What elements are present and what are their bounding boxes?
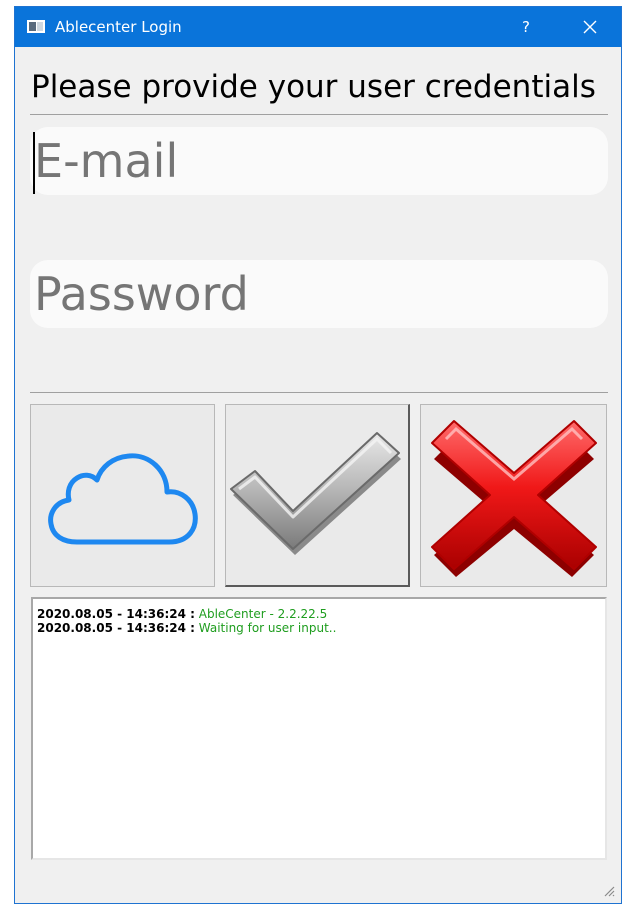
app-icon (27, 20, 45, 33)
help-button[interactable]: ? (503, 7, 549, 47)
red-x-icon (430, 419, 597, 577)
text-caret (33, 132, 35, 194)
confirm-button[interactable] (225, 404, 410, 587)
password-field[interactable] (30, 260, 608, 328)
close-button[interactable] (567, 7, 613, 47)
credentials-prompt: Please provide your user credentials (31, 69, 596, 105)
login-window: Ablecenter Login ? Please provide your u… (14, 6, 622, 904)
log-message: Waiting for user input.. (198, 621, 337, 635)
email-field[interactable] (30, 127, 608, 195)
middle-separator (30, 392, 608, 393)
title-bar[interactable]: Ablecenter Login ? (15, 7, 621, 47)
top-separator (30, 114, 608, 115)
cloud-login-button[interactable] (30, 404, 215, 587)
checkmark-icon (230, 432, 401, 555)
cloud-icon (47, 452, 198, 544)
log-output[interactable]: 2020.08.05 - 14:36:24 : AbleCenter - 2.2… (31, 597, 607, 860)
log-timestamp: 2020.08.05 - 14:36:24 : (37, 621, 195, 635)
resize-grip-icon[interactable] (601, 883, 615, 897)
log-timestamp: 2020.08.05 - 14:36:24 : (37, 607, 195, 621)
log-line: 2020.08.05 - 14:36:24 : Waiting for user… (37, 621, 605, 635)
window-title: Ablecenter Login (55, 18, 182, 36)
cancel-button[interactable] (420, 404, 607, 587)
close-icon (583, 20, 597, 34)
log-line: 2020.08.05 - 14:36:24 : AbleCenter - 2.2… (37, 607, 605, 621)
log-message: AbleCenter - 2.2.22.5 (198, 607, 328, 621)
